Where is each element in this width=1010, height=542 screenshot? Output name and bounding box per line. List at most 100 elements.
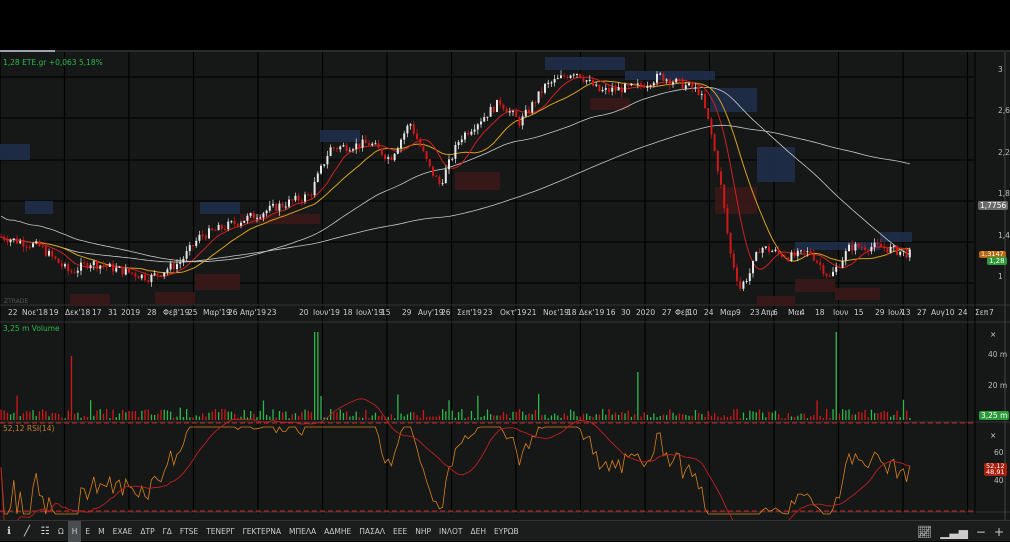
x-tick: Δεκ'18 bbox=[65, 308, 91, 317]
candle bbox=[870, 246, 873, 252]
toolbar-symbol[interactable]: ΕΧΑΕ bbox=[109, 521, 137, 542]
toolbar-symbol[interactable]: Ω bbox=[54, 521, 68, 542]
x-tick: 17 bbox=[92, 308, 102, 317]
x-tick: 15 bbox=[854, 308, 864, 317]
volume-bar bbox=[26, 411, 28, 420]
toolbar-symbol[interactable]: Ε bbox=[81, 521, 94, 542]
toolbar-symbol[interactable]: Η bbox=[67, 520, 82, 542]
volume-bar bbox=[48, 416, 50, 420]
candle bbox=[707, 107, 710, 119]
price-tick: 1 bbox=[998, 272, 1003, 281]
candle bbox=[393, 153, 396, 161]
candle bbox=[588, 79, 591, 81]
chart-type-icon[interactable]: 📈︎ bbox=[917, 525, 932, 539]
x-tick: 28 bbox=[147, 308, 157, 317]
candle bbox=[857, 243, 860, 248]
volume-bar bbox=[474, 418, 476, 420]
candle bbox=[265, 210, 268, 214]
candle bbox=[364, 139, 367, 144]
volume-bar bbox=[659, 415, 661, 420]
candle bbox=[825, 273, 828, 276]
toolbar-symbol[interactable]: Μ bbox=[94, 521, 108, 542]
toolbar-symbol[interactable]: ΔΕΗ bbox=[466, 521, 490, 542]
volume-bar bbox=[291, 414, 293, 420]
volume-bar bbox=[566, 415, 569, 420]
candle bbox=[243, 220, 246, 223]
candle bbox=[166, 269, 169, 273]
volume-bar bbox=[909, 417, 911, 420]
supply-zone bbox=[545, 57, 625, 70]
candle bbox=[316, 173, 319, 182]
toolbar-symbol[interactable]: ΑΔΜΗΕ bbox=[320, 521, 355, 542]
volume-label: 3,25 m Volume bbox=[3, 324, 60, 333]
candle bbox=[451, 158, 454, 160]
volume-bars-icon[interactable]: ▁▃▅ bbox=[940, 525, 968, 539]
toolbar-symbol[interactable]: ΙΝΛΟΤ bbox=[435, 521, 466, 542]
candle bbox=[688, 83, 690, 86]
close-volume-button[interactable]: × bbox=[990, 330, 996, 339]
indicators-icon[interactable]: ☷ bbox=[36, 521, 54, 542]
chart-area[interactable]: 1,28 ETE.gr +0,063 5,18% ZTRADE 22 Νοε'18… bbox=[0, 52, 1010, 520]
candle bbox=[768, 246, 770, 252]
volume-bar bbox=[762, 412, 764, 420]
candle bbox=[473, 129, 476, 132]
zoom-out-icon[interactable]: − bbox=[976, 525, 986, 539]
chart-canvas[interactable] bbox=[0, 52, 1010, 520]
candle bbox=[150, 274, 153, 282]
toolbar-symbol[interactable]: ΜΠΕΛΑ bbox=[285, 521, 320, 542]
supply-zone bbox=[200, 202, 240, 214]
volume-bar bbox=[320, 396, 322, 420]
volume-bar bbox=[730, 416, 732, 420]
toolbar-symbol[interactable]: ΓΕΚΤΕΡΝΑ bbox=[239, 521, 285, 542]
candle bbox=[710, 118, 713, 135]
volume-bar bbox=[835, 332, 837, 420]
volume-bar bbox=[202, 413, 204, 420]
toolbar-symbol[interactable]: ΓΔ bbox=[159, 521, 176, 542]
toolbar-symbol[interactable]: ΕΥΡΩΒ bbox=[490, 521, 523, 542]
x-tick: Αυγ'19 bbox=[418, 308, 444, 317]
volume-bar bbox=[854, 414, 857, 420]
volume-bar bbox=[166, 410, 169, 420]
candle bbox=[832, 271, 834, 277]
volume-bar bbox=[608, 408, 610, 420]
candle bbox=[137, 276, 140, 279]
candle bbox=[332, 147, 335, 149]
toolbar-symbol[interactable]: ΠΑΣΑΛ bbox=[355, 521, 389, 542]
volume-bar bbox=[675, 415, 677, 420]
volume-bar bbox=[179, 407, 181, 420]
candle bbox=[544, 83, 546, 93]
zoom-in-icon[interactable]: + bbox=[994, 525, 1004, 539]
volume-bar bbox=[256, 417, 258, 420]
candle bbox=[262, 213, 265, 218]
x-tick: Νοε'19 bbox=[543, 308, 569, 317]
toolbar-symbol[interactable]: ΕΕΕ bbox=[389, 521, 411, 542]
x-tick: Αυγ bbox=[931, 308, 945, 317]
candle bbox=[80, 262, 82, 271]
volume-bar bbox=[186, 409, 188, 420]
close-rsi-button[interactable]: × bbox=[990, 431, 996, 440]
toolbar-symbol[interactable]: ΔΤΡ bbox=[136, 521, 158, 542]
candle bbox=[22, 241, 25, 247]
candle bbox=[547, 82, 550, 84]
info-icon[interactable]: ℹ bbox=[0, 521, 18, 542]
volume-bar bbox=[784, 418, 786, 420]
draw-line-icon[interactable]: ╱ bbox=[18, 521, 36, 542]
volume-bar bbox=[125, 412, 127, 420]
toolbar-symbol[interactable]: ΤΕΝΕΡΓ bbox=[202, 521, 238, 542]
volume-bar bbox=[208, 412, 210, 420]
candle bbox=[176, 263, 178, 270]
volume-bar bbox=[243, 409, 245, 420]
toolbar-symbol[interactable]: FTSE bbox=[176, 521, 202, 542]
candle bbox=[140, 274, 143, 279]
volume-bar bbox=[848, 409, 850, 420]
volume-bar bbox=[173, 417, 175, 420]
volume-bar bbox=[576, 416, 578, 420]
toolbar-symbol[interactable]: ΝΗΡ bbox=[411, 521, 435, 542]
price-tag-b: 1,28 bbox=[987, 257, 1007, 265]
candle bbox=[793, 252, 796, 257]
candle bbox=[6, 239, 9, 243]
x-tick: Ιουλ'19 bbox=[356, 308, 384, 317]
volume-bar bbox=[346, 411, 348, 420]
candle bbox=[444, 169, 447, 184]
candle bbox=[761, 247, 764, 253]
